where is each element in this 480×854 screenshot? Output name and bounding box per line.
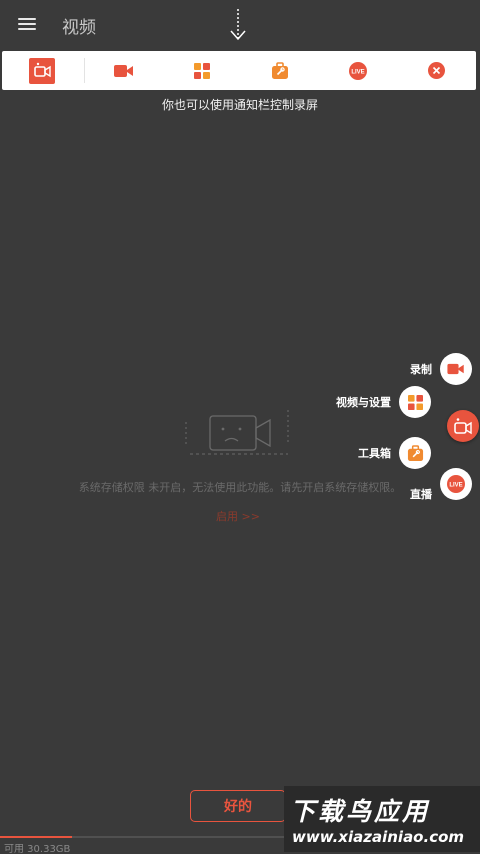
ok-button[interactable]: 好的 — [190, 790, 286, 822]
camera-icon — [454, 418, 472, 435]
fab-item-live[interactable]: 直播 LIVE — [350, 467, 472, 501]
toolbar-videos-settings-button[interactable] — [182, 51, 222, 90]
main-fab-camera-button[interactable] — [447, 410, 479, 442]
empty-camera-icon — [185, 410, 289, 455]
arrow-down-icon — [230, 9, 246, 41]
live-icon: LIVE — [349, 61, 367, 80]
fab-label-videos-settings: 视频与设置 — [336, 396, 391, 409]
fab-label-live: 直播 — [410, 488, 432, 501]
toolbar-record-floating-button[interactable] — [22, 51, 62, 90]
svg-text:LIVE: LIVE — [449, 482, 462, 488]
fab-label-toolbox: 工具箱 — [358, 447, 391, 460]
menu-icon[interactable] — [18, 17, 36, 31]
enable-link[interactable]: 启用 >> — [0, 508, 476, 524]
toolbar-divider — [84, 58, 85, 83]
watermark-logo: 下载鸟应用 www.xiazainiao.com — [284, 786, 480, 852]
fab-item-videos-settings[interactable]: 视频与设置 — [290, 385, 431, 419]
camera-icon — [29, 57, 55, 84]
fab-record-button[interactable] — [440, 353, 472, 385]
watermark-title: 下载鸟应用 — [290, 797, 431, 826]
fab-label-record: 录制 — [410, 363, 432, 376]
fab-live-button[interactable]: LIVE — [440, 468, 472, 500]
close-icon — [427, 62, 445, 79]
fab-toolbox-button[interactable] — [399, 437, 431, 469]
toolbar-record-button[interactable] — [104, 51, 144, 90]
notification-hint: 你也可以使用通知栏控制录屏 — [161, 98, 318, 112]
video-camera-icon — [114, 64, 133, 77]
live-icon: LIVE — [447, 475, 465, 493]
toolbar-live-button[interactable]: LIVE — [338, 51, 378, 90]
page-title: 视频 — [62, 18, 96, 38]
fab-item-record[interactable]: 录制 — [330, 352, 472, 386]
storage-available-text: 可用 30.33GB — [4, 844, 71, 854]
toolbox-icon — [407, 444, 423, 461]
svg-text:LIVE: LIVE — [351, 69, 364, 75]
fab-videos-settings-button[interactable] — [399, 386, 431, 418]
grid-icon — [407, 394, 423, 410]
watermark-url: www.xiazainiao.com — [292, 828, 465, 846]
notification-toolbar: LIVE — [2, 51, 476, 90]
toolbar-close-button[interactable] — [416, 51, 456, 90]
toolbar-toolbox-button[interactable] — [260, 51, 300, 90]
storage-bar-fill — [0, 836, 72, 838]
video-camera-icon — [447, 363, 464, 375]
grid-icon — [194, 62, 210, 79]
toolbox-icon — [272, 61, 288, 79]
fab-item-toolbox[interactable]: 工具箱 — [300, 436, 431, 470]
